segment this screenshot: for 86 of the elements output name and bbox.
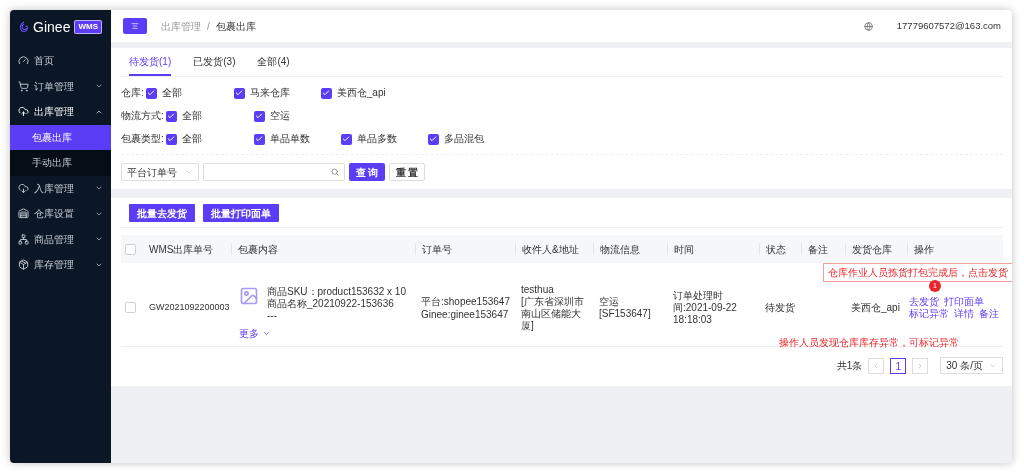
checkbox[interactable]: [253, 133, 265, 145]
logo-text: Ginee: [33, 17, 71, 37]
checkbox-label: 美西仓_api: [336, 87, 386, 99]
action-link[interactable]: 标记异常: [909, 307, 949, 320]
checkbox-label: 马来仓库: [249, 87, 290, 99]
chevron-down-icon: [185, 168, 193, 176]
page-size-select[interactable]: 30 条/页: [940, 357, 1003, 374]
logistics-text: [SF153647]: [599, 307, 652, 320]
logistics-text: 空运: [599, 295, 620, 308]
total-count: 共1条: [836, 359, 863, 373]
table-cell-text: 订单处理时间:2021-09-22 18:18:03: [672, 289, 738, 326]
column-header: 操作: [914, 242, 934, 257]
column-header: 物流信息: [600, 242, 640, 257]
action-link[interactable]: 打印面单: [944, 295, 984, 308]
checkbox[interactable]: [125, 302, 136, 313]
recipient-text: [广东省深圳市南山区储能大厦]: [521, 295, 585, 332]
recipient-text: testhua: [521, 283, 555, 296]
chevron-down-icon: [262, 329, 271, 338]
logo-badge: WMS: [74, 20, 102, 34]
checkbox-label: 全部: [181, 110, 202, 122]
search-icon: [331, 168, 339, 176]
column-header: 备注: [808, 242, 828, 257]
more-link[interactable]: 更多: [239, 326, 271, 341]
user-email[interactable]: 17779607572@163.com: [896, 18, 1001, 34]
sidebar-subitem[interactable]: 手动出库: [10, 150, 111, 176]
placeholder-text: ---: [267, 310, 278, 322]
bulk-action-button[interactable]: 批量打印面单: [203, 204, 279, 222]
sidebar-item[interactable]: 库存管理: [10, 252, 111, 278]
column-header: 订单号: [422, 242, 452, 257]
tab[interactable]: 全部(4): [257, 48, 290, 76]
action-link[interactable]: 详情: [954, 307, 974, 320]
action-link[interactable]: 备注: [979, 307, 999, 320]
column-header: 收件人&地址: [522, 242, 579, 257]
sidebar-item[interactable]: 仓库设置: [10, 201, 111, 227]
globe-icon[interactable]: [863, 21, 873, 31]
sidebar-item[interactable]: 订单管理: [10, 73, 111, 99]
checkbox[interactable]: [145, 87, 157, 99]
order-number: Ginee:ginee153647: [421, 307, 509, 321]
checkbox-label: 全部: [161, 87, 182, 99]
checkbox-label: 空运: [269, 110, 290, 122]
checkbox[interactable]: [165, 133, 177, 145]
sidebar-item[interactable]: 商品管理: [10, 226, 111, 252]
search-field[interactable]: [203, 163, 345, 181]
checkbox[interactable]: [125, 243, 136, 255]
product-name: 商品名称_20210922-153636: [267, 298, 395, 310]
action-link[interactable]: 去发货: [909, 295, 939, 308]
sidebar-item[interactable]: 出库管理: [10, 99, 111, 125]
order-number: 平台:shopee153647: [421, 294, 509, 308]
search-action-button[interactable]: 查 询: [349, 163, 385, 181]
column-header: 时间: [674, 242, 694, 257]
checkbox[interactable]: [165, 110, 177, 122]
sidebar-item[interactable]: 入库管理: [10, 175, 111, 201]
filter-label: 物流方式:: [121, 110, 164, 122]
tab[interactable]: 待发货(1): [129, 48, 172, 76]
sku-text: 商品SKU：product153632 x 10: [267, 286, 406, 298]
checkbox-label: 全部: [181, 133, 202, 145]
search-type-select[interactable]: 平台订单号: [121, 163, 199, 181]
column-header: 包裹内容: [238, 242, 278, 257]
tab[interactable]: 已发货(3): [193, 48, 236, 76]
column-header: 发货仓库: [852, 242, 892, 257]
sidebar-item[interactable]: 首页: [10, 48, 111, 74]
checkbox[interactable]: [253, 110, 265, 122]
filter-label: 仓库:: [121, 87, 144, 99]
checkbox-label: 多品混包: [443, 133, 484, 145]
table-cell-text: GW2021092200003: [148, 300, 231, 314]
column-header: 状态: [766, 242, 786, 257]
breadcrumb-separator: /: [207, 19, 210, 34]
note-text: 操作人员发现仓库库存异常，可标记异常: [779, 336, 959, 350]
search-action-button[interactable]: 重 置: [389, 163, 425, 181]
checkbox[interactable]: [427, 133, 439, 145]
page-button[interactable]: 1: [890, 357, 907, 374]
sidebar-subitem[interactable]: 包裹出库: [10, 124, 111, 150]
checkbox-label: 单品单数: [269, 133, 310, 145]
checkbox[interactable]: [320, 87, 332, 99]
menu-button[interactable]: [123, 18, 147, 34]
checkbox[interactable]: [233, 87, 245, 99]
bulk-action-button[interactable]: 批量去发货: [129, 204, 195, 222]
table-cell-text: 待发货: [764, 301, 796, 315]
image-placeholder-icon: [239, 286, 259, 306]
breadcrumb-item: 包裹出库: [215, 19, 256, 34]
checkbox[interactable]: [340, 133, 352, 145]
table-cell-text: 美西仓_api: [850, 301, 901, 315]
column-header: WMS出库单号: [149, 242, 214, 257]
filter-label: 包裹类型:: [121, 133, 164, 145]
callout-text: 仓库作业人员拣货打包完成后，点击发货: [823, 263, 1012, 282]
checkbox-label: 单品多数: [356, 133, 397, 145]
